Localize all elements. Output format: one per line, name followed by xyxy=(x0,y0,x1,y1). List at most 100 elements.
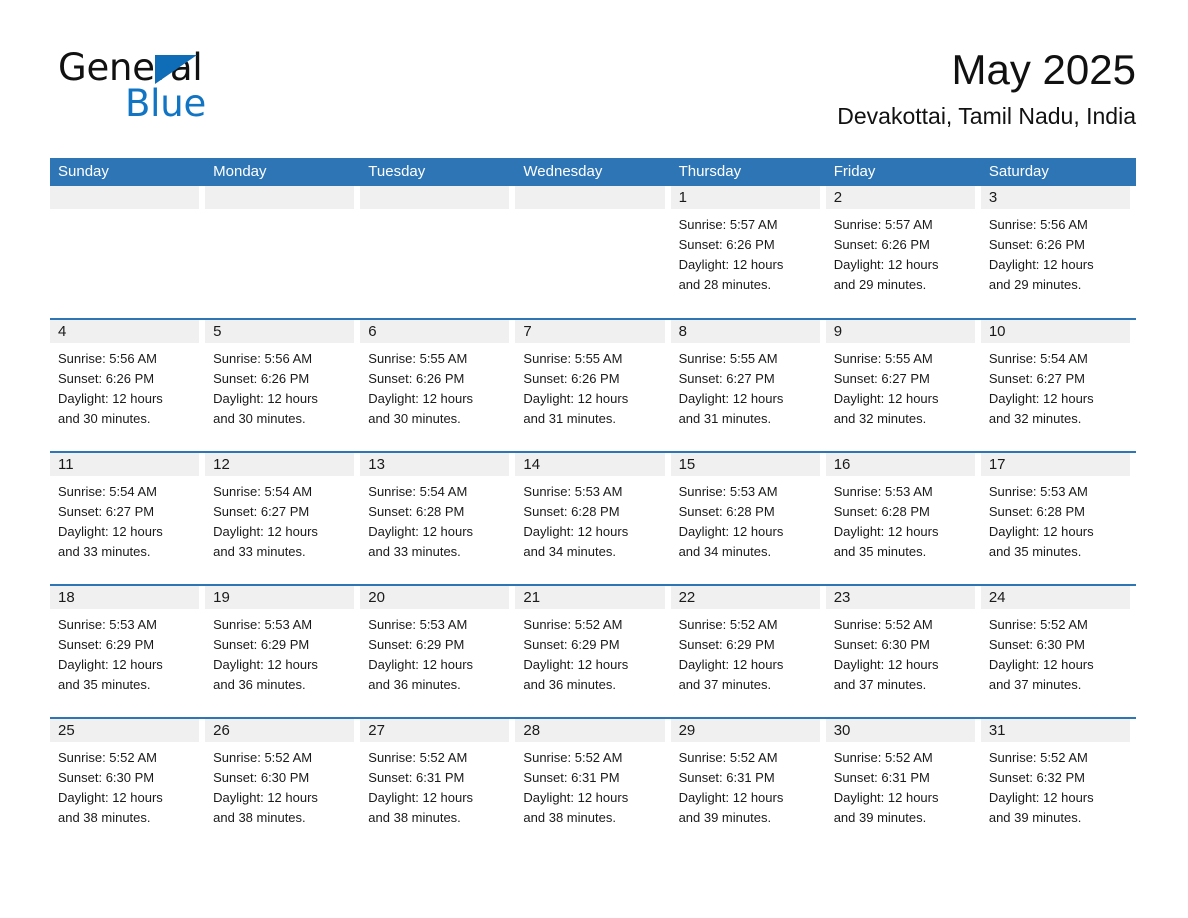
day-number: 18 xyxy=(50,586,200,609)
day-daylight-line1-text: Daylight: 12 hours xyxy=(678,657,784,672)
day-sun-info: Sunrise: 5:52 AM Sunset: 6:29 PM Daylight:… xyxy=(671,609,820,695)
calendar-day-cell[interactable]: 24 Sunrise: 5:52 AM Sunset: 6:30 PM Dayligh… xyxy=(980,586,1136,717)
calendar-week-row: 1 Sunrise: 5:57 AM Sunset: 6:26 PM Daylight… xyxy=(50,186,1136,318)
day-number: 31 xyxy=(980,719,1130,742)
day-number xyxy=(360,186,510,209)
day-sunrise-text: Sunrise: 5:52 AM xyxy=(523,750,623,765)
calendar-day-cell[interactable]: 8 Sunrise: 5:55 AM Sunset: 6:27 PM Daylight… xyxy=(670,320,826,451)
day-sun-info: Sunrise: 5:53 AM Sunset: 6:28 PM Daylight:… xyxy=(981,476,1130,562)
day-number: 17 xyxy=(980,453,1130,476)
calendar-day-cell[interactable]: 10 Sunrise: 5:54 AM Sunset: 6:27 PM Dayligh… xyxy=(980,320,1136,451)
calendar-day-cell[interactable]: 23 Sunrise: 5:52 AM Sunset: 6:30 PM Dayligh… xyxy=(825,586,981,717)
calendar-week-row: 25 Sunrise: 5:52 AM Sunset: 6:30 PM Dayligh… xyxy=(50,717,1136,850)
calendar-day-cell[interactable]: 22 Sunrise: 5:52 AM Sunset: 6:29 PM Dayligh… xyxy=(670,586,826,717)
calendar-day-cell[interactable]: 15 Sunrise: 5:53 AM Sunset: 6:28 PM Dayligh… xyxy=(670,453,826,584)
calendar-day-cell[interactable]: 28 Sunrise: 5:52 AM Sunset: 6:31 PM Dayligh… xyxy=(515,719,670,850)
day-sunrise-text: Sunrise: 5:52 AM xyxy=(58,750,157,765)
day-sunset-text: Sunset: 6:27 PM xyxy=(213,504,310,519)
day-daylight-line2-text: and 37 minutes. xyxy=(678,677,772,692)
day-daylight-line1-text: Daylight: 12 hours xyxy=(368,790,474,805)
page-header: General Blue May 2025 Devakottai, Tamil … xyxy=(0,0,1188,155)
calendar-day-cell[interactable]: 14 Sunrise: 5:53 AM Sunset: 6:28 PM Dayligh… xyxy=(515,453,670,584)
day-sunrise-text: Sunrise: 5:57 AM xyxy=(678,217,778,232)
calendar-day-cell[interactable]: 16 Sunrise: 5:53 AM Sunset: 6:28 PM Dayligh… xyxy=(825,453,981,584)
day-sun-info: Sunrise: 5:52 AM Sunset: 6:30 PM Daylight:… xyxy=(981,609,1130,695)
day-number: 24 xyxy=(980,586,1130,609)
calendar-day-cell[interactable]: 4 Sunrise: 5:56 AM Sunset: 6:26 PM Daylight… xyxy=(50,320,205,451)
day-number: 12 xyxy=(205,453,355,476)
day-sun-info: Sunrise: 5:53 AM Sunset: 6:29 PM Daylight:… xyxy=(50,609,199,695)
calendar-day-cell[interactable]: 3 Sunrise: 5:56 AM Sunset: 6:26 PM Daylight… xyxy=(980,186,1136,318)
calendar-day-cell[interactable]: 13 Sunrise: 5:54 AM Sunset: 6:28 PM Dayligh… xyxy=(360,453,515,584)
calendar-day-cell[interactable]: 25 Sunrise: 5:52 AM Sunset: 6:30 PM Dayligh… xyxy=(50,719,205,850)
calendar-day-cell[interactable]: 7 Sunrise: 5:55 AM Sunset: 6:26 PM Daylight… xyxy=(515,320,670,451)
calendar-day-cell[interactable]: 5 Sunrise: 5:56 AM Sunset: 6:26 PM Daylight… xyxy=(205,320,360,451)
day-daylight-line2-text: and 39 minutes. xyxy=(833,810,927,825)
day-sunrise-text: Sunrise: 5:57 AM xyxy=(833,217,933,232)
day-daylight-line1-text: Daylight: 12 hours xyxy=(833,257,939,272)
day-daylight-line1-text: Daylight: 12 hours xyxy=(58,524,163,539)
calendar-day-cell[interactable]: 17 Sunrise: 5:53 AM Sunset: 6:28 PM Dayligh… xyxy=(980,453,1136,584)
day-number: 1 xyxy=(670,186,820,209)
day-sun-info: Sunrise: 5:56 AM Sunset: 6:26 PM Daylight:… xyxy=(205,343,354,429)
calendar-day-cell[interactable]: 6 Sunrise: 5:55 AM Sunset: 6:26 PM Daylight… xyxy=(360,320,515,451)
day-number: 26 xyxy=(205,719,355,742)
day-sunrise-text: Sunrise: 5:52 AM xyxy=(988,750,1088,765)
day-daylight-line1-text: Daylight: 12 hours xyxy=(58,391,163,406)
day-sun-info: Sunrise: 5:52 AM Sunset: 6:32 PM Daylight:… xyxy=(981,742,1130,828)
calendar-day-cell[interactable]: 21 Sunrise: 5:52 AM Sunset: 6:29 PM Dayligh… xyxy=(515,586,670,717)
day-number: 13 xyxy=(360,453,510,476)
calendar-day-cell[interactable]: 2 Sunrise: 5:57 AM Sunset: 6:26 PM Daylight… xyxy=(825,186,981,318)
day-daylight-line2-text: and 32 minutes. xyxy=(833,411,927,426)
day-daylight-line1-text: Daylight: 12 hours xyxy=(523,657,629,672)
day-daylight-line1-text: Daylight: 12 hours xyxy=(58,657,163,672)
day-sunset-text: Sunset: 6:26 PM xyxy=(213,371,310,386)
day-number: 20 xyxy=(360,586,510,609)
day-sun-info: Sunrise: 5:52 AM Sunset: 6:31 PM Daylight:… xyxy=(671,742,820,828)
day-sun-info: Sunrise: 5:55 AM Sunset: 6:27 PM Daylight:… xyxy=(826,343,975,429)
calendar-day-cell[interactable]: 20 Sunrise: 5:53 AM Sunset: 6:29 PM Dayligh… xyxy=(360,586,515,717)
day-daylight-line1-text: Daylight: 12 hours xyxy=(988,790,1094,805)
calendar-day-cell[interactable]: 30 Sunrise: 5:52 AM Sunset: 6:31 PM Dayligh… xyxy=(825,719,981,850)
weekday-header-row: Sunday Monday Tuesday Wednesday Thursday Frid… xyxy=(50,158,1136,186)
day-sunset-text: Sunset: 6:26 PM xyxy=(988,237,1085,252)
logo-text-blue: Blue xyxy=(125,82,207,125)
day-sunrise-text: Sunrise: 5:52 AM xyxy=(833,617,933,632)
calendar-day-cell[interactable]: 31 Sunrise: 5:52 AM Sunset: 6:32 PM Dayligh… xyxy=(980,719,1136,850)
day-number: 8 xyxy=(670,320,820,343)
day-number: 9 xyxy=(825,320,975,343)
day-sunset-text: Sunset: 6:29 PM xyxy=(213,637,310,652)
day-sunset-text: Sunset: 6:27 PM xyxy=(678,371,775,386)
title-block: May 2025 Devakottai, Tamil Nadu, India xyxy=(837,44,1136,130)
day-sunrise-text: Sunrise: 5:52 AM xyxy=(213,750,313,765)
calendar-day-cell[interactable]: 27 Sunrise: 5:52 AM Sunset: 6:31 PM Dayligh… xyxy=(360,719,515,850)
calendar-day-cell[interactable]: 12 Sunrise: 5:54 AM Sunset: 6:27 PM Dayligh… xyxy=(205,453,360,584)
day-daylight-line2-text: and 36 minutes. xyxy=(213,677,306,692)
day-sunrise-text: Sunrise: 5:54 AM xyxy=(213,484,313,499)
weekday-header-wednesday: Wednesday xyxy=(523,163,603,180)
day-daylight-line2-text: and 30 minutes. xyxy=(58,411,151,426)
day-daylight-line2-text: and 30 minutes. xyxy=(368,411,461,426)
day-sunrise-text: Sunrise: 5:54 AM xyxy=(988,351,1088,366)
day-sunrise-text: Sunrise: 5:55 AM xyxy=(368,351,468,366)
day-number: 28 xyxy=(515,719,665,742)
day-daylight-line2-text: and 39 minutes. xyxy=(988,810,1082,825)
day-sunrise-text: Sunrise: 5:53 AM xyxy=(58,617,157,632)
calendar-day-cell[interactable]: 11 Sunrise: 5:54 AM Sunset: 6:27 PM Dayligh… xyxy=(50,453,205,584)
generalblue-logo[interactable]: General Blue xyxy=(58,47,318,127)
calendar-day-cell[interactable]: 29 Sunrise: 5:52 AM Sunset: 6:31 PM Dayligh… xyxy=(670,719,826,850)
calendar-day-cell[interactable]: 26 Sunrise: 5:52 AM Sunset: 6:30 PM Dayligh… xyxy=(205,719,360,850)
day-sunrise-text: Sunrise: 5:55 AM xyxy=(523,351,623,366)
day-sun-info: Sunrise: 5:53 AM Sunset: 6:28 PM Daylight:… xyxy=(671,476,820,562)
day-sun-info: Sunrise: 5:54 AM Sunset: 6:27 PM Daylight:… xyxy=(50,476,199,562)
calendar-day-cell[interactable]: 1 Sunrise: 5:57 AM Sunset: 6:26 PM Daylight… xyxy=(670,186,826,318)
calendar-day-cell[interactable]: 18 Sunrise: 5:53 AM Sunset: 6:29 PM Dayligh… xyxy=(50,586,205,717)
calendar-day-cell[interactable]: 9 Sunrise: 5:55 AM Sunset: 6:27 PM Daylight… xyxy=(825,320,981,451)
day-sunset-text: Sunset: 6:26 PM xyxy=(368,371,465,386)
day-sunset-text: Sunset: 6:30 PM xyxy=(833,637,930,652)
day-sunrise-text: Sunrise: 5:55 AM xyxy=(833,351,933,366)
day-daylight-line2-text: and 38 minutes. xyxy=(58,810,151,825)
day-sunrise-text: Sunrise: 5:53 AM xyxy=(678,484,778,499)
day-daylight-line2-text: and 38 minutes. xyxy=(213,810,306,825)
calendar-day-cell[interactable]: 19 Sunrise: 5:53 AM Sunset: 6:29 PM Dayligh… xyxy=(205,586,360,717)
